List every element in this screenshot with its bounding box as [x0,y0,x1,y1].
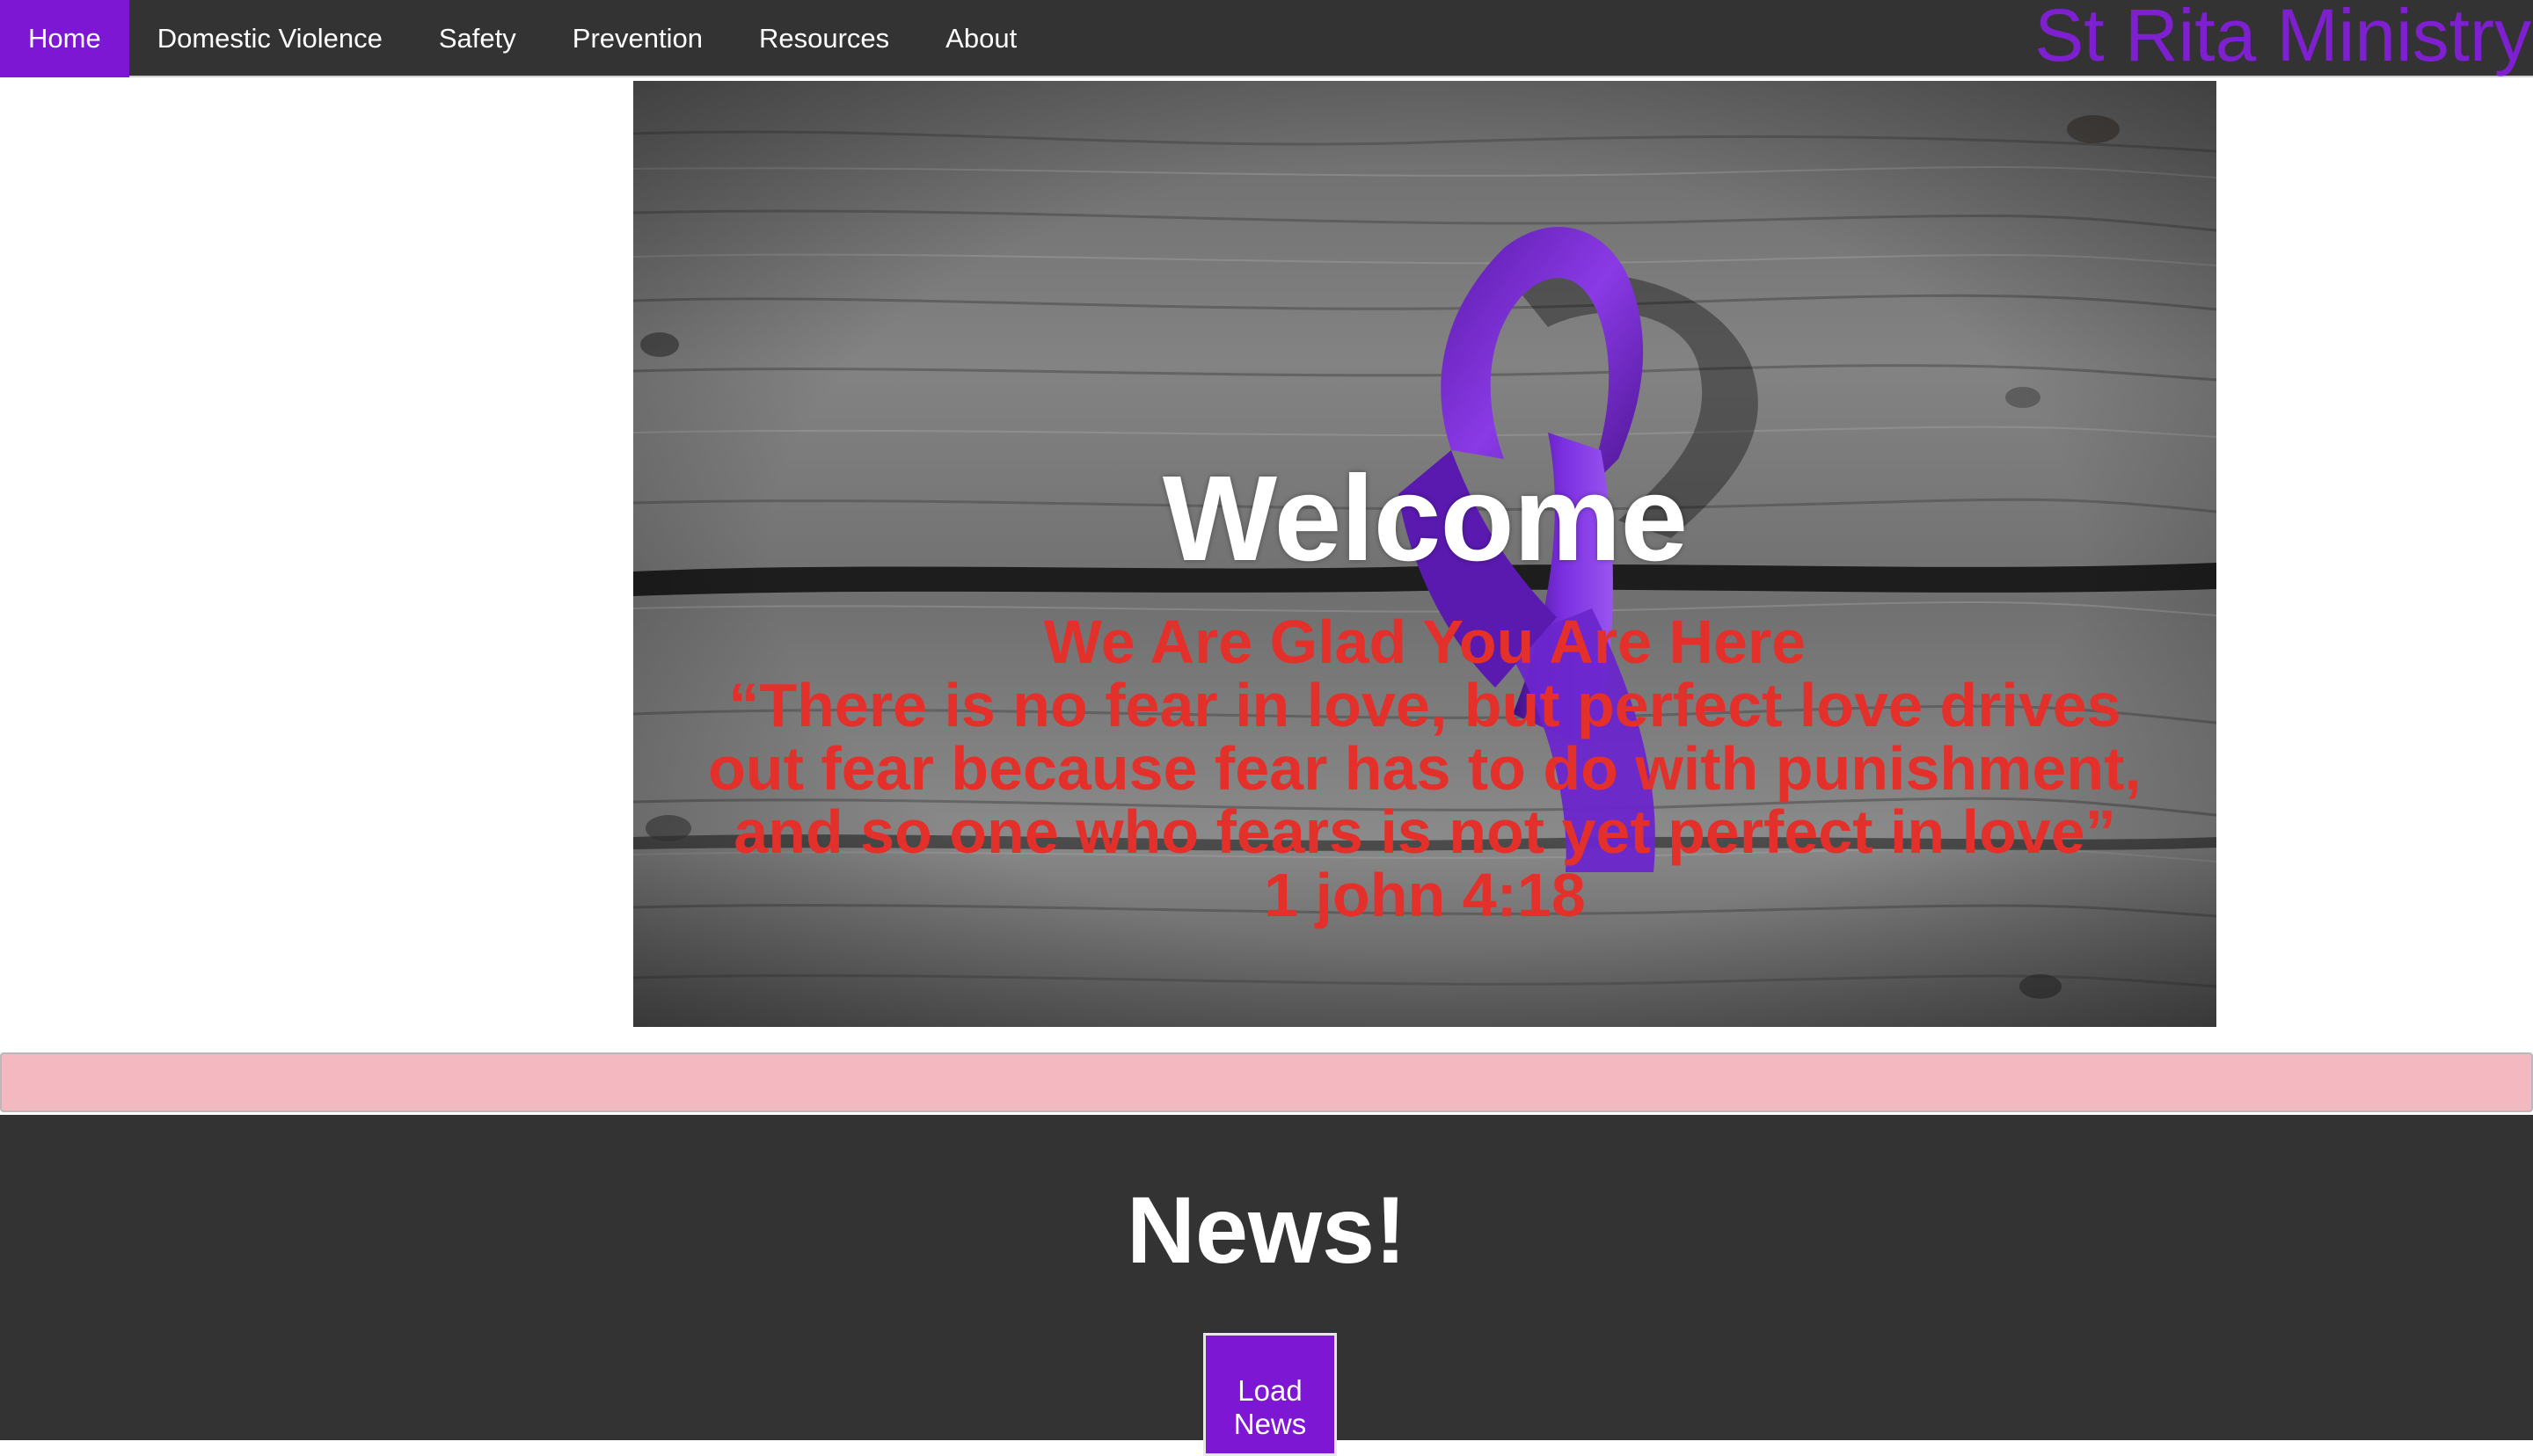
hero-verse-line: out fear because fear has to do with pun… [708,734,2142,803]
hero-verse-line: 1 john 4:18 [1264,861,1586,929]
nav-item-safety[interactable]: Safety [411,0,544,77]
pink-banner-bar [0,1052,2533,1112]
hero-verse-line: We Are Glad You Are Here [1043,608,1807,676]
nav-item-prevention[interactable]: Prevention [544,0,731,77]
site-brand-title: St Rita Ministry [2034,0,2531,76]
nav-item-domestic-violence[interactable]: Domestic Violence [129,0,411,77]
hero-verse-line: “There is no fear in love, but perfect l… [728,671,2121,739]
top-navbar: Home Domestic Violence Safety Prevention… [0,0,2533,77]
nav-item-resources[interactable]: Resources [731,0,917,77]
nav-menu: Home Domestic Violence Safety Prevention… [0,0,1045,77]
hero-verse-text: We Are Glad You Are Here “There is no fe… [633,610,2216,927]
load-news-button-line2: News [1233,1408,1307,1440]
load-news-button[interactable]: Load News [1203,1333,1337,1456]
hero-verse-line: and so one who fears is not yet perfect … [734,797,2116,866]
nav-item-home[interactable]: Home [0,0,129,77]
hero-welcome-heading: Welcome [1162,451,1688,586]
load-news-button-line1: Load [1237,1374,1303,1407]
news-section: News! Load News [0,1115,2533,1456]
hero-banner: Welcome We Are Glad You Are Here “There … [633,81,2216,1027]
news-heading: News! [1126,1176,1407,1283]
nav-item-about[interactable]: About [917,0,1045,77]
